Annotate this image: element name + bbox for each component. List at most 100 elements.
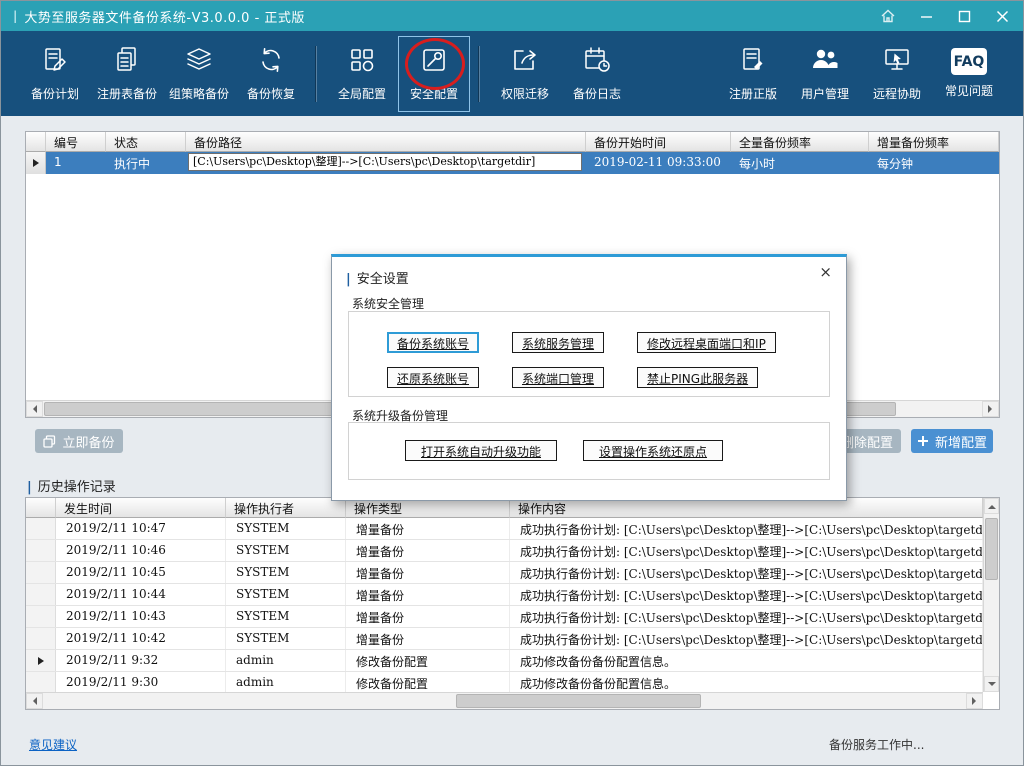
feedback-link[interactable]: 意见建议 [29,736,77,753]
cell-executor: admin [226,672,346,692]
cell-type: 增量备份 [346,540,510,561]
cell-status: 执行中 [106,152,186,174]
path-value-box[interactable]: [C:\Users\pc\Desktop\整理]-->[C:\Users\pc\… [188,153,582,171]
home-icon[interactable] [879,7,897,25]
scroll-down-button[interactable] [984,676,999,692]
dialog-close-icon[interactable]: × [819,265,832,280]
history-horizontal-scrollbar[interactable] [26,692,983,709]
plus-icon [917,435,929,447]
backup-now-button[interactable]: 立即备份 [35,429,123,453]
content-area: 编号 状态 备份路径 备份开始时间 全量备份频率 增量备份频率 1 执行中 [C… [1,116,1023,765]
scroll-right-button[interactable] [966,693,983,709]
history-row[interactable]: 2019/2/11 10:44 SYSTEM 增量备份 成功执行备份计划: [C… [26,584,983,606]
toolbar-backup-log[interactable]: 备份日志 [561,36,633,112]
toolbar-remote-assist[interactable]: 远程协助 [861,36,933,112]
col-header-time[interactable]: 发生时间 [56,498,226,518]
forbid-ping-button[interactable]: 禁止PING此服务器 [637,367,758,388]
maximize-icon[interactable] [955,7,973,25]
cell-content: 成功修改备份备份配置信息。 [510,650,983,671]
history-row-selected[interactable]: 2019/2/11 9:32 admin 修改备份配置 成功修改备份备份配置信息… [26,650,983,672]
col-header-status[interactable]: 状态 [106,132,186,152]
right-arrow-icon [972,697,980,705]
history-row[interactable]: 2019/2/11 10:42 SYSTEM 增量备份 成功执行备份计划: [C… [26,628,983,650]
add-config-button[interactable]: 新增配置 [911,429,993,453]
toolbar-backup-restore[interactable]: 备份恢复 [235,36,307,112]
toolbar-label: 备份日志 [573,85,621,102]
minimize-icon[interactable] [917,7,935,25]
scrollbar-thumb[interactable] [985,518,998,580]
cell-executor: SYSTEM [226,628,346,649]
history-row[interactable]: 2019/2/11 9:30 admin 修改备份配置 成功修改备份备份配置信息… [26,672,983,692]
toolbar-permission-migration[interactable]: 权限迁移 [489,36,561,112]
toolbar-separator [316,46,317,102]
toolbar-backup-plan[interactable]: 备份计划 [19,36,91,112]
history-row[interactable]: 2019/2/11 10:47 SYSTEM 增量备份 成功执行备份计划: [C… [26,518,983,540]
history-row[interactable]: 2019/2/11 10:43 SYSTEM 增量备份 成功执行备份计划: [C… [26,606,983,628]
history-row[interactable]: 2019/2/11 10:45 SYSTEM 增量备份 成功执行备份计划: [C… [26,562,983,584]
toolbar-global-config[interactable]: 全局配置 [326,36,398,112]
col-header-path[interactable]: 备份路径 [186,132,586,152]
faq-icon: FAQ [951,48,987,75]
close-icon[interactable] [993,7,1011,25]
row-marker-cell [26,584,56,605]
left-arrow-icon [29,405,37,413]
group-title-system-security: 系统安全管理 [352,295,424,312]
cell-time: 2019/2/11 9:32 [56,650,226,671]
dialog-title-marker: | [346,272,351,287]
up-arrow-icon [988,501,996,509]
backup-system-account-button[interactable]: 备份系统账号 [387,332,479,353]
system-port-manage-button[interactable]: 系统端口管理 [512,367,604,388]
col-header-content[interactable]: 操作内容 [510,498,983,518]
toolbar-user-management[interactable]: 用户管理 [789,36,861,112]
toolbar-group-policy-backup[interactable]: 组策略备份 [163,36,235,112]
registry-backup-icon [112,45,142,78]
col-header-type[interactable]: 操作类型 [346,498,510,518]
cell-inc-freq: 每分钟 [869,152,999,174]
col-header-start-time[interactable]: 备份开始时间 [586,132,731,152]
toolbar-label: 全局配置 [338,85,386,102]
row-marker-cell [26,650,56,671]
service-status-text: 备份服务工作中... [829,736,924,753]
cell-path[interactable]: [C:\Users\pc\Desktop\整理]-->[C:\Users\pc\… [186,152,586,174]
right-arrow-icon [988,405,996,413]
scroll-up-button[interactable] [984,498,999,514]
restore-system-account-button[interactable]: 还原系统账号 [387,367,479,388]
row-marker-cell [26,540,56,561]
delete-config-label: 删除配置 [841,432,893,451]
toolbar-registry-backup[interactable]: 注册表备份 [91,36,163,112]
set-restore-point-button[interactable]: 设置操作系统还原点 [583,440,723,461]
toolbar-security-config[interactable]: 安全配置 [398,36,470,112]
history-row[interactable]: 2019/2/11 10:46 SYSTEM 增量备份 成功执行备份计划: [C… [26,540,983,562]
backup-now-label: 立即备份 [62,432,114,451]
cell-executor: SYSTEM [226,518,346,539]
col-header-inc-freq[interactable]: 增量备份频率 [869,132,999,152]
col-header-executor[interactable]: 操作执行者 [226,498,346,518]
toolbar-register[interactable]: 注册正版 [717,36,789,112]
restore-arrows-icon [256,45,286,78]
row-marker-header [26,498,56,518]
cell-time: 2019/2/11 10:46 [56,540,226,561]
col-header-full-freq[interactable]: 全量备份频率 [731,132,869,152]
backup-plan-table-header: 编号 状态 备份路径 备份开始时间 全量备份频率 增量备份频率 [26,132,999,152]
toolbar-label: 权限迁移 [501,85,549,102]
row-marker-cell [26,672,56,692]
toolbar-label: 组策略备份 [169,85,229,102]
register-doc-icon [738,45,768,78]
grid-icon [347,45,377,78]
modify-rdp-port-ip-button[interactable]: 修改远程桌面端口和IP [637,332,776,353]
history-vertical-scrollbar[interactable] [983,498,999,692]
scroll-right-button[interactable] [982,401,999,417]
open-auto-upgrade-button[interactable]: 打开系统自动升级功能 [405,440,557,461]
col-header-no[interactable]: 编号 [46,132,106,152]
security-settings-dialog: |安全设置 × 系统安全管理 备份系统账号 系统服务管理 修改远程桌面端口和IP… [331,254,847,501]
scroll-left-button[interactable] [26,693,43,709]
backup-plan-row-selected[interactable]: 1 执行中 [C:\Users\pc\Desktop\整理]-->[C:\Use… [26,152,999,174]
cell-time: 2019/2/11 10:47 [56,518,226,539]
scrollbar-thumb[interactable] [456,694,701,708]
system-service-manage-button[interactable]: 系统服务管理 [512,332,604,353]
add-config-label: 新增配置 [935,432,987,451]
toolbar-faq[interactable]: FAQ 常见问题 [933,36,1005,112]
scroll-left-button[interactable] [26,401,43,417]
window-title: 大势至服务器文件备份系统-V3.0.0.0 - 正式版 [24,7,305,26]
security-config-icon [419,45,449,78]
